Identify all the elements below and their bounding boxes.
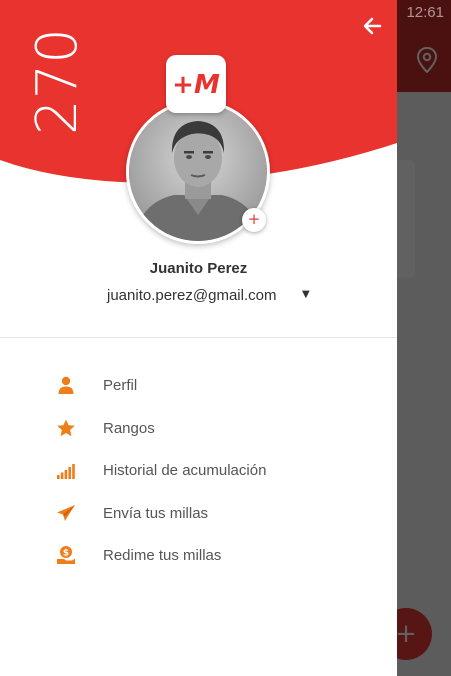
divider [0, 337, 397, 338]
add-photo-button[interactable]: + [242, 208, 266, 232]
miles-points: 270 [25, 28, 90, 135]
signal-bars-icon [57, 464, 75, 479]
menu-item-historial[interactable]: Historial de acumulación [0, 450, 397, 493]
user-email: juanito.perez@gmail.com [107, 287, 277, 304]
status-time: 12:61 [406, 4, 444, 21]
coin-hand-icon: $ [57, 546, 75, 564]
back-arrow-icon[interactable] [360, 14, 384, 38]
svg-text:$: $ [63, 549, 69, 559]
paper-plane-icon [57, 504, 75, 521]
menu-item-perfil[interactable]: Perfil [0, 365, 397, 408]
drawer-menu: Perfil Rangos Historial de acumulación E… [0, 365, 397, 578]
star-icon [57, 419, 75, 436]
caret-down-icon: ▼ [302, 289, 310, 300]
account-switcher[interactable]: juanito.perez@gmail.com ▼ [0, 286, 397, 308]
menu-item-envia-millas[interactable]: Envía tus millas [0, 493, 397, 536]
menu-item-rangos[interactable]: Rangos [0, 408, 397, 451]
menu-item-label: Historial de acumulación [103, 462, 267, 479]
menu-item-label: Redime tus millas [103, 547, 222, 564]
menu-item-label: Envía tus millas [103, 504, 209, 522]
user-name: Juanito Perez [149, 260, 248, 277]
person-icon [58, 376, 74, 394]
brand-logo: +M [166, 55, 226, 113]
menu-item-label: Perfil [103, 377, 138, 394]
brand-logo-icon: +M [172, 70, 220, 100]
brand-logo-text: +M [172, 70, 220, 100]
menu-item-label: Rangos [103, 419, 155, 437]
menu-item-redime-millas[interactable]: $ Redime tus millas [0, 535, 397, 578]
navigation-drawer: 270 +M + Juanito Perez juanito.perez@gma… [0, 0, 397, 676]
